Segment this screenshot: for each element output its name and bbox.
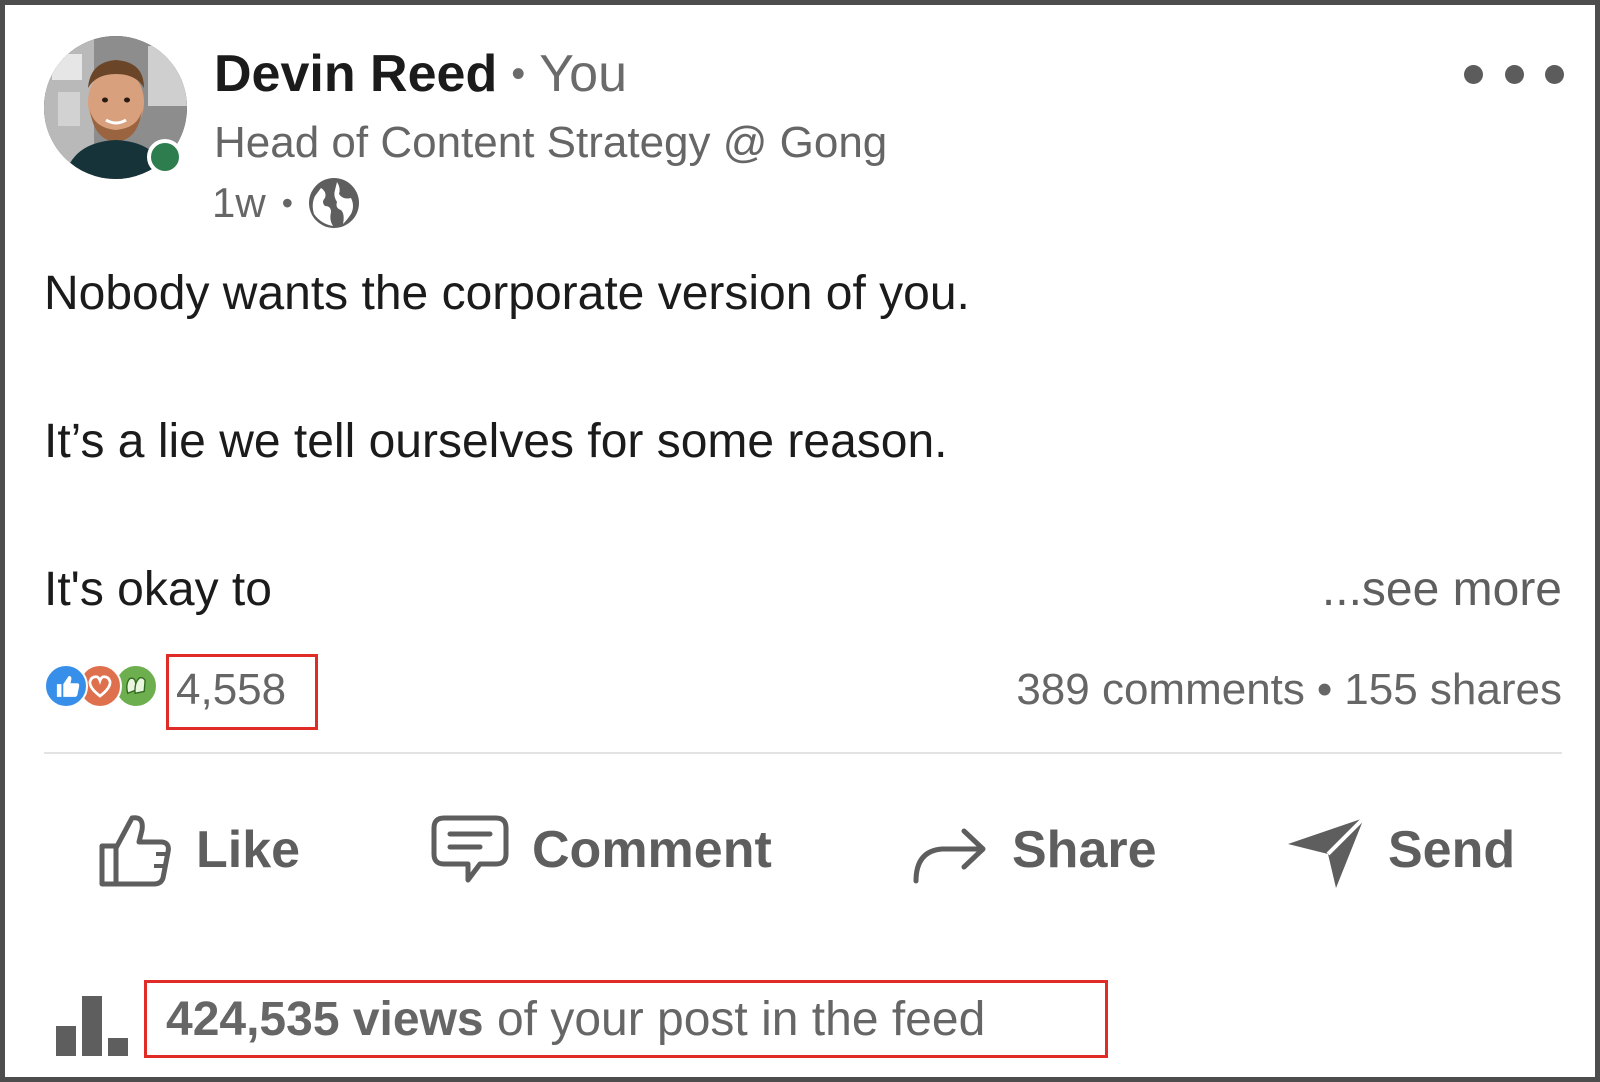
comments-count[interactable]: 389 comments	[1016, 665, 1305, 714]
author-line: Devin Reed • You	[214, 44, 627, 108]
thumbs-up-icon	[99, 815, 171, 887]
send-label: Send	[1388, 821, 1516, 879]
divider	[44, 752, 1562, 754]
post-text-line: It’s a lie we tell ourselves for some re…	[44, 415, 948, 468]
post-analytics-link[interactable]: 424,535 views of your post in the feed	[166, 990, 985, 1050]
share-button[interactable]: Share	[910, 800, 1157, 900]
like-label: Like	[196, 821, 301, 879]
post-text-line: Nobody wants the corporate version of yo…	[44, 267, 970, 320]
bar-chart-icon	[56, 996, 128, 1056]
author-name[interactable]: Devin Reed	[214, 45, 497, 103]
engagement-counts: 389 comments • 155 shares	[1016, 660, 1562, 720]
online-status-indicator	[147, 139, 183, 175]
comment-label: Comment	[532, 821, 772, 879]
comment-bubble-icon	[431, 815, 509, 883]
post-time[interactable]: 1w	[212, 179, 266, 227]
ellipsis-dot	[1504, 64, 1524, 84]
author-relation: You	[539, 45, 627, 103]
paper-plane-icon	[1288, 816, 1366, 888]
separator-dot: •	[281, 184, 293, 221]
globe-icon	[308, 178, 359, 228]
share-arrow-icon	[913, 828, 986, 884]
views-suffix: of your post in the feed	[483, 993, 986, 1046]
reaction-icons[interactable]	[44, 664, 174, 708]
feed-post: Devin Reed • You Head of Content Strategy …	[0, 0, 1600, 1082]
like-button[interactable]: Like	[98, 800, 300, 900]
views-count: 424,535 views	[166, 993, 484, 1046]
like-reaction-icon	[44, 664, 88, 708]
comment-button[interactable]: Comment	[430, 800, 772, 900]
post-text-line: It's okay to	[44, 563, 272, 616]
ellipsis-icon	[1464, 64, 1483, 84]
post-meta: 1w •	[212, 178, 361, 228]
post-options-button[interactable]	[1464, 54, 1564, 94]
separator-dot: •	[1316, 665, 1333, 714]
shares-count[interactable]: 155 shares	[1344, 665, 1562, 714]
see-more-link[interactable]: ...see more	[1322, 562, 1562, 618]
reactions-count[interactable]: 4,558	[176, 660, 286, 720]
send-button[interactable]: Send	[1286, 800, 1515, 900]
share-label: Share	[1012, 821, 1157, 879]
author-headline: Head of Content Strategy @ Gong	[214, 118, 888, 167]
separator-dot: •	[511, 52, 526, 96]
ellipsis-dot	[1545, 64, 1564, 84]
author-avatar[interactable]	[44, 36, 187, 179]
